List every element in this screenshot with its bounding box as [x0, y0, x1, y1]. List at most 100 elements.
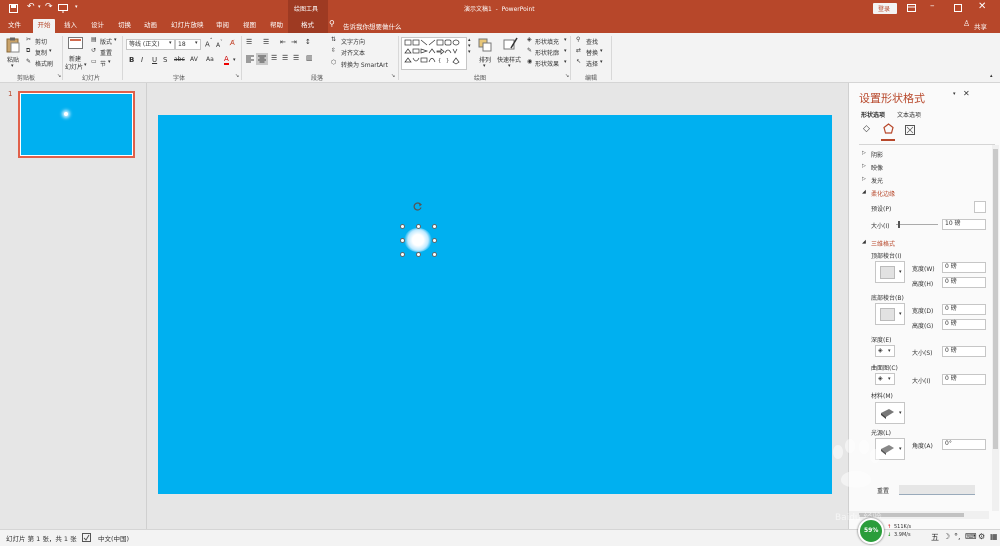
section-glow-expander-icon[interactable]: ▷ — [862, 176, 866, 182]
soft-edges-size-slider[interactable] — [896, 224, 938, 225]
save-icon[interactable] — [9, 4, 18, 13]
character-spacing-button[interactable]: AV — [190, 56, 198, 63]
new-slide-dropdown-icon[interactable]: ▾ — [84, 62, 87, 68]
chevron-down-icon[interactable]: ▾ — [38, 4, 41, 10]
align-right-icon[interactable]: ☰ — [271, 54, 277, 62]
rotate-handle-icon[interactable] — [412, 201, 423, 212]
quick-styles-dropdown-icon[interactable]: ▾ — [508, 63, 511, 69]
replace-icon[interactable]: ⇄ — [576, 47, 581, 54]
justify-icon[interactable]: ☰ — [282, 54, 288, 62]
tab-transitions[interactable]: 切换 — [116, 19, 133, 33]
spell-check-icon[interactable] — [82, 533, 91, 542]
effects-icon[interactable] — [883, 123, 894, 134]
replace-dropdown-icon[interactable]: ▾ — [600, 48, 603, 54]
login-button[interactable]: 登录 — [873, 3, 897, 14]
top-width-input[interactable]: 0 磅 — [942, 262, 986, 273]
distributed-icon[interactable]: ☰ — [293, 54, 299, 62]
customize-toolbar-icon[interactable]: ▾ — [75, 4, 78, 10]
tab-format[interactable]: 格式 — [299, 19, 316, 33]
share-icon[interactable]: ♙ — [963, 19, 970, 28]
shape-effects-button[interactable]: 形状效果 — [535, 59, 559, 68]
fill-line-icon[interactable]: ◇ — [863, 124, 870, 134]
section-glow[interactable]: 发光 — [871, 176, 883, 185]
tab-animations[interactable]: 动画 — [142, 19, 159, 33]
tab-view[interactable]: 视图 — [241, 19, 258, 33]
font-name-select[interactable]: 等线 (正文) — [126, 39, 175, 50]
tab-help[interactable]: 帮助 — [268, 19, 285, 33]
shape-outline-icon[interactable]: ✎ — [527, 47, 532, 54]
select-icon[interactable]: ↖ — [576, 58, 581, 65]
tab-shape-options[interactable]: 形状选项 — [861, 110, 885, 119]
increase-font-icon[interactable]: Aˆ — [205, 39, 213, 48]
language-indicator[interactable]: 中文(中国) — [98, 533, 129, 543]
section-soft-edges[interactable]: 柔化边缘 — [871, 189, 895, 198]
change-case-button[interactable]: Aa — [206, 56, 214, 63]
resize-handle-n[interactable] — [416, 224, 421, 229]
find-button[interactable]: 查找 — [586, 37, 598, 46]
tab-text-options[interactable]: 文本选项 — [897, 110, 921, 119]
resize-handle-se[interactable] — [432, 252, 437, 257]
replace-button[interactable]: 替换 — [586, 48, 598, 57]
share-button[interactable]: 共享 — [974, 21, 987, 31]
arrange-icon[interactable] — [478, 38, 492, 52]
columns-icon[interactable]: ▥ — [306, 54, 313, 62]
undo-icon[interactable]: ↶ — [27, 2, 35, 12]
section-soft-edges-expander-icon[interactable]: ◢ — [862, 189, 866, 195]
tab-review[interactable]: 审阅 — [214, 19, 231, 33]
shapes-gallery-scroll-icon[interactable]: ▴ ▾ ▾ — [468, 37, 471, 55]
ime-grid-icon[interactable]: ▦ — [990, 532, 998, 541]
slide-thumbnail[interactable] — [18, 91, 135, 158]
bullets-icon[interactable]: ☰ — [246, 38, 252, 46]
bottom-height-input[interactable]: 0 磅 — [942, 319, 986, 330]
section-3d-format[interactable]: 三维格式 — [871, 239, 895, 248]
decrease-font-icon[interactable]: Aˇ — [216, 40, 223, 49]
align-center-button[interactable] — [256, 53, 268, 65]
bottom-bevel-dropdown[interactable]: ▾ — [875, 303, 905, 325]
soft-edges-size-input[interactable]: 10 磅 — [942, 219, 986, 230]
resize-handle-e[interactable] — [432, 238, 437, 243]
section-button[interactable]: 节 — [100, 59, 106, 68]
format-painter-button[interactable]: 格式刷 — [35, 59, 53, 68]
font-color-dropdown-icon[interactable]: ▾ — [233, 57, 236, 63]
shape-fill-button[interactable]: 形状填充 — [535, 37, 559, 46]
quick-styles-icon[interactable] — [503, 37, 518, 52]
copy-dropdown-icon[interactable]: ▾ — [49, 48, 52, 54]
top-bevel-dropdown[interactable]: ▾ — [875, 261, 905, 283]
convert-smartart-button[interactable]: 转换为 SmartArt — [341, 60, 388, 69]
pane-vertical-thumb[interactable] — [993, 149, 998, 449]
section-3d-expander-icon[interactable]: ◢ — [862, 239, 866, 245]
ime-punctuation-icon[interactable]: °, — [954, 532, 961, 541]
size-properties-icon[interactable] — [905, 125, 915, 135]
font-launcher-icon[interactable]: ↘ — [235, 73, 239, 79]
underline-button[interactable]: U — [152, 56, 157, 64]
select-dropdown-icon[interactable]: ▾ — [600, 59, 603, 65]
shapes-gallery[interactable]: {} — [401, 37, 467, 70]
align-text-icon[interactable]: ⇳ — [331, 47, 336, 54]
new-slide-icon[interactable] — [68, 37, 83, 51]
format-painter-icon[interactable]: ✎ — [26, 58, 31, 65]
resize-handle-s[interactable] — [416, 252, 421, 257]
select-button[interactable]: 选择 — [586, 59, 598, 68]
cut-icon[interactable]: ✂ — [26, 36, 31, 43]
section-shadow[interactable]: 阴影 — [871, 150, 883, 159]
material-dropdown[interactable]: ▾ — [875, 402, 905, 424]
tab-design[interactable]: 设计 — [89, 19, 106, 33]
selected-shape[interactable] — [400, 224, 437, 257]
resize-handle-sw[interactable] — [400, 252, 405, 257]
line-spacing-icon[interactable]: ↕ — [305, 38, 311, 46]
paste-icon[interactable] — [6, 37, 20, 53]
clipboard-launcher-icon[interactable]: ↘ — [57, 73, 61, 79]
reset-icon[interactable]: ↺ — [91, 47, 96, 54]
resize-handle-w[interactable] — [400, 238, 405, 243]
shape-fill-dropdown-icon[interactable]: ▾ — [564, 37, 567, 43]
drawing-launcher-icon[interactable]: ↘ — [565, 73, 569, 79]
layout-button[interactable]: 版式 — [100, 37, 112, 46]
ime-moon-icon[interactable]: ☽ — [943, 532, 950, 541]
shape-effects-dropdown-icon[interactable]: ▾ — [564, 59, 567, 65]
shape-outline-dropdown-icon[interactable]: ▾ — [564, 48, 567, 54]
ribbon-display-options-icon[interactable] — [907, 4, 916, 12]
soft-edges-size-slider-thumb[interactable] — [898, 221, 900, 228]
font-color-icon[interactable]: A — [224, 55, 229, 65]
close-icon[interactable]: ✕ — [978, 1, 986, 12]
new-slide-button-line2[interactable]: 幻灯片 — [65, 62, 83, 71]
